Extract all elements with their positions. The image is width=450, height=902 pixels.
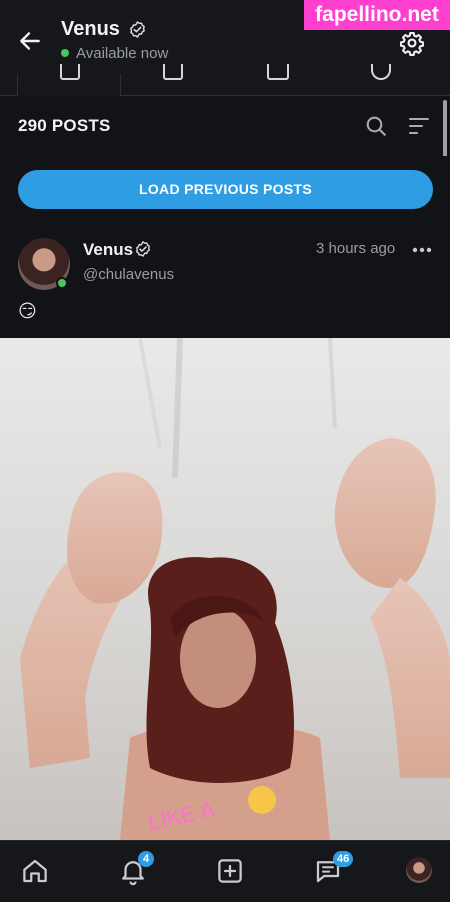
verified-icon xyxy=(136,241,150,257)
online-dot-icon xyxy=(61,49,69,57)
availability-status: Available now xyxy=(61,45,168,62)
profile-name: Venus xyxy=(61,18,120,40)
tab-posts[interactable] xyxy=(17,64,121,96)
load-previous-posts-button[interactable]: LOAD PREVIOUS POSTS xyxy=(18,170,433,209)
verified-icon xyxy=(130,21,146,38)
sort-icon[interactable] xyxy=(407,116,431,136)
profile-avatar-nav[interactable] xyxy=(406,857,432,883)
more-options-icon[interactable] xyxy=(412,247,432,253)
add-post-icon[interactable] xyxy=(215,856,245,886)
bottom-navigation: 4 46 xyxy=(0,840,450,902)
back-arrow-icon[interactable] xyxy=(17,28,43,54)
tab-video[interactable] xyxy=(225,64,329,96)
tab-media[interactable] xyxy=(121,64,225,96)
video-icon xyxy=(267,64,289,80)
status-text: Available now xyxy=(76,45,169,62)
media-icon xyxy=(163,64,183,80)
post-timestamp: 3 hours ago xyxy=(316,240,396,257)
watermark: fapellino.net xyxy=(304,0,450,30)
messages-badge: 46 xyxy=(333,851,354,867)
post-count: 290 POSTS xyxy=(18,116,111,135)
online-indicator-icon xyxy=(56,277,68,289)
photo-illustration: LIKE A xyxy=(20,338,450,840)
clock-icon xyxy=(371,64,391,80)
gear-icon[interactable] xyxy=(399,30,425,56)
post-author-handle[interactable]: @chulavenus xyxy=(83,266,174,283)
profile-tabs xyxy=(0,64,450,96)
profile-title[interactable]: Venus xyxy=(61,18,147,41)
post-author-name[interactable]: Venus xyxy=(83,240,133,260)
posts-toolbar: 290 POSTS xyxy=(0,96,450,156)
home-icon[interactable] xyxy=(20,856,50,886)
search-icon[interactable] xyxy=(364,114,388,138)
tab-clock[interactable] xyxy=(329,64,433,96)
post-text: 😏 xyxy=(18,301,37,321)
posts-icon xyxy=(60,64,80,80)
emoji-sticker-icon xyxy=(248,786,276,814)
notifications-badge: 4 xyxy=(138,851,154,867)
post-media-image[interactable]: LIKE A xyxy=(0,338,450,840)
